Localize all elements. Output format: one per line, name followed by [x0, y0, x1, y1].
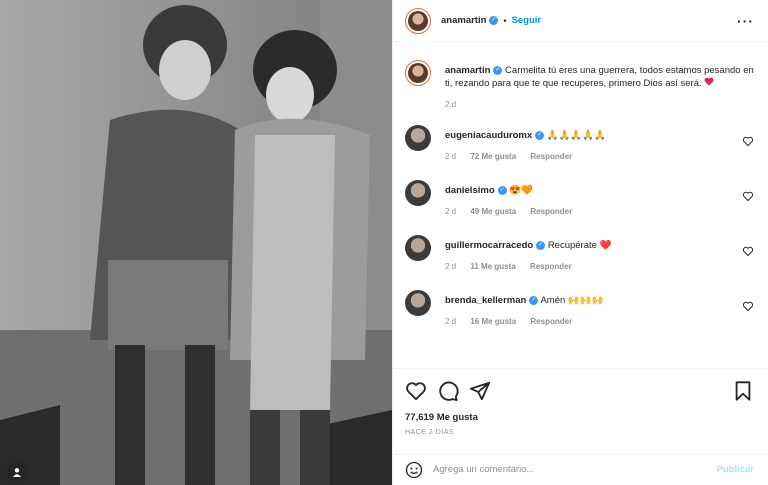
comment-item: danielsimo ✓ 😍🧡 2 d 49 Me gusta Responder: [405, 180, 754, 218]
caption-avatar[interactable]: [405, 60, 431, 86]
author-avatar[interactable]: [405, 7, 431, 34]
more-options-icon[interactable]: ···: [737, 13, 754, 29]
emoji-icon[interactable]: [405, 461, 423, 479]
comment-text: Recupérate ❤️: [547, 240, 612, 251]
separator-dot: •: [503, 15, 507, 26]
comment-time: 2 d: [445, 262, 457, 271]
comment-avatar[interactable]: [405, 125, 431, 151]
post-sidebar: anamartin ✓ • Seguir ··· anamartin ✓ Carm…: [392, 0, 768, 485]
comment-input[interactable]: [433, 464, 717, 475]
verified-badge-icon: ✓: [535, 130, 545, 140]
share-icon[interactable]: [469, 380, 491, 402]
comment-icon[interactable]: [437, 380, 459, 402]
reply-button[interactable]: Responder: [530, 152, 572, 161]
heart-icon[interactable]: [405, 380, 427, 402]
add-comment-bar: Publicar: [393, 454, 768, 484]
comment-username[interactable]: guillermocarracedo: [445, 240, 533, 251]
post-header: anamartin ✓ • Seguir ···: [393, 0, 768, 42]
comment-time: 2 d: [445, 207, 457, 216]
caption-time: 2 d: [445, 100, 457, 109]
caption: anamartin ✓ Carmelita tú eres una guerrer…: [405, 60, 754, 111]
like-comment-heart-icon[interactable]: [742, 190, 754, 202]
reply-button[interactable]: Responder: [530, 317, 572, 326]
comment-item: eugeniacauduromx ✓ 🙏🙏🙏🙏🙏 2 d 72 Me gusta …: [405, 125, 754, 163]
verified-badge-icon: ✓: [497, 185, 507, 195]
comment-likes[interactable]: 49 Me gusta: [470, 207, 516, 216]
comment-username[interactable]: brenda_kellerman: [445, 295, 526, 306]
caption-username[interactable]: anamartin: [445, 65, 490, 76]
user-tag-icon[interactable]: [7, 462, 27, 482]
comments-list[interactable]: anamartin ✓ Carmelita tú eres una guerrer…: [393, 42, 768, 368]
comment-likes[interactable]: 11 Me gusta: [470, 262, 515, 271]
like-comment-heart-icon[interactable]: [742, 245, 754, 257]
verified-badge-icon: ✓: [493, 65, 503, 75]
like-comment-heart-icon[interactable]: [742, 135, 754, 147]
publish-button[interactable]: Publicar: [717, 464, 755, 475]
comment-likes[interactable]: 16 Me gusta: [470, 317, 516, 326]
comment-time: 2 d: [445, 317, 457, 326]
instagram-post: anamartin ✓ • Seguir ··· anamartin ✓ Carm…: [0, 0, 768, 485]
reply-button[interactable]: Responder: [530, 262, 572, 271]
comment-time: 2 d: [445, 152, 457, 161]
comment-text: 🙏🙏🙏🙏🙏: [546, 130, 606, 141]
likes-count[interactable]: 77,619 Me gusta: [405, 412, 754, 423]
verified-badge-icon: ✓: [489, 16, 499, 25]
author-username[interactable]: anamartin: [441, 15, 486, 26]
verified-badge-icon: ✓: [536, 240, 546, 250]
comment-avatar[interactable]: [405, 235, 431, 261]
comment-text: Amén 🙌🙌🙌: [540, 295, 604, 306]
follow-button[interactable]: Seguir: [512, 15, 542, 26]
comment-text: 😍🧡: [509, 185, 533, 196]
comment-username[interactable]: eugeniacauduromx: [445, 130, 532, 141]
reply-button[interactable]: Responder: [530, 207, 572, 216]
post-photo-image: [0, 0, 392, 485]
post-photo[interactable]: [0, 0, 392, 485]
comment-likes[interactable]: 72 Me gusta: [470, 152, 516, 161]
bookmark-icon[interactable]: [732, 380, 754, 402]
heart-emoji-icon: [704, 77, 714, 86]
comment-username[interactable]: danielsimo: [445, 185, 495, 196]
post-time[interactable]: HACE 2 DÍAS: [405, 429, 754, 436]
comment-avatar[interactable]: [405, 180, 431, 206]
post-actions: 77,619 Me gusta HACE 2 DÍAS Publicar: [393, 368, 768, 484]
comment-avatar[interactable]: [405, 290, 431, 316]
comment-item: guillermocarracedo ✓ Recupérate ❤️ 2 d 11…: [405, 235, 754, 273]
like-comment-heart-icon[interactable]: [742, 300, 754, 312]
comment-item: brenda_kellerman ✓ Amén 🙌🙌🙌 2 d 16 Me gus…: [405, 290, 754, 328]
verified-badge-icon: ✓: [529, 295, 539, 305]
action-bar: [405, 379, 754, 403]
